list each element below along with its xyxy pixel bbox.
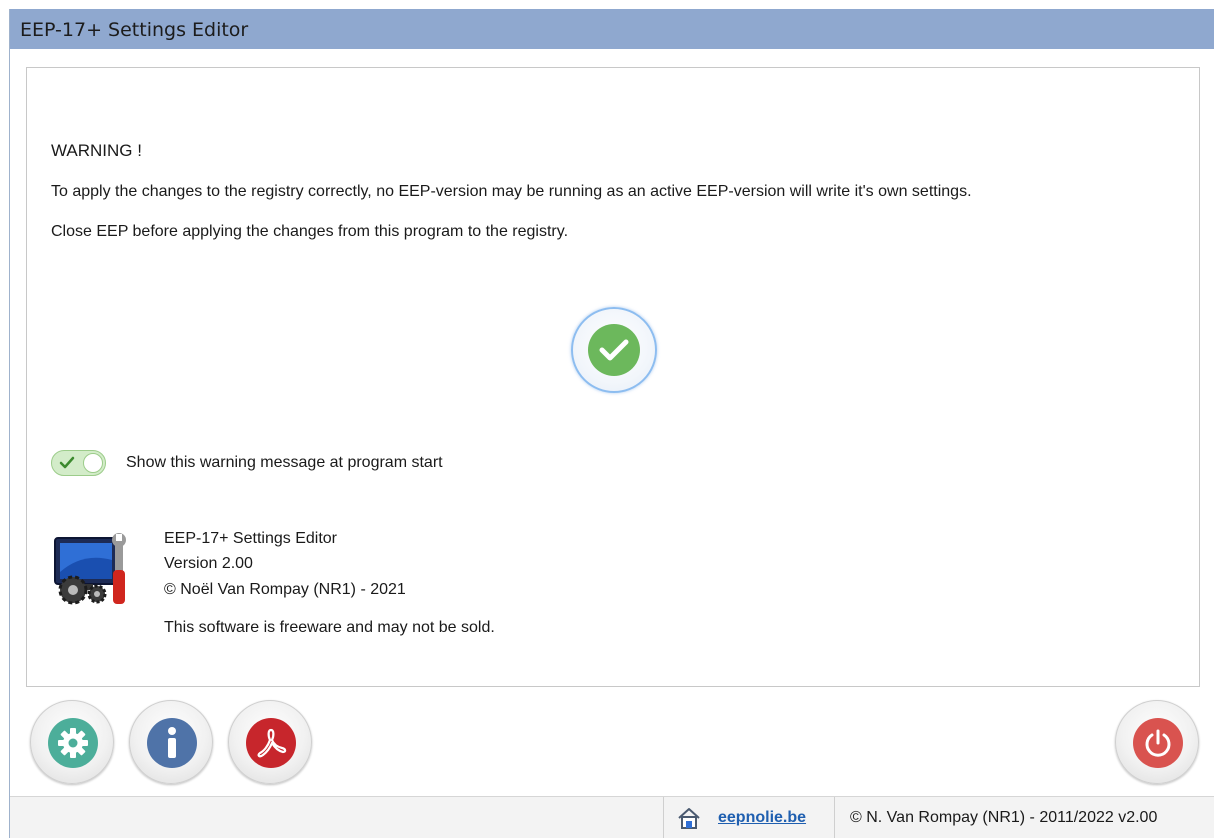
- pdf-button[interactable]: [228, 700, 312, 784]
- warning-title: WARNING !: [51, 141, 142, 160]
- settings-button[interactable]: [30, 700, 114, 784]
- info-button[interactable]: [129, 700, 213, 784]
- toggle-knob: [83, 453, 103, 473]
- status-copyright: © N. Van Rompay (NR1) - 2011/2022 v2.00: [850, 809, 1158, 826]
- app-logo-icon: [53, 532, 131, 608]
- home-icon[interactable]: [676, 806, 702, 835]
- status-divider: [663, 797, 664, 838]
- content-panel: WARNING ! To apply the changes to the re…: [26, 67, 1200, 687]
- warning-text-1: To apply the changes to the registry cor…: [51, 183, 972, 200]
- about-copyright: © Noël Van Rompay (NR1) - 2021: [164, 581, 406, 598]
- toggle-check-icon: [59, 456, 75, 469]
- about-app-name: EEP-17+ Settings Editor: [164, 530, 337, 547]
- confirm-button[interactable]: [571, 307, 657, 393]
- pdf-icon: [246, 718, 296, 768]
- show-warning-toggle[interactable]: [51, 450, 106, 476]
- gear-icon: [48, 718, 98, 768]
- about-license: This software is freeware and may not be…: [164, 619, 495, 636]
- power-button[interactable]: [1115, 700, 1199, 784]
- status-divider: [834, 797, 835, 838]
- about-version: Version 2.00: [164, 555, 253, 572]
- website-link[interactable]: eepnolie.be: [718, 809, 806, 827]
- warning-text-2: Close EEP before applying the changes fr…: [51, 223, 569, 240]
- checkmark-icon: [588, 324, 640, 376]
- status-bar: eepnolie.be © N. Van Rompay (NR1) - 2011…: [10, 796, 1214, 838]
- show-warning-label: Show this warning message at program sta…: [126, 454, 443, 471]
- power-icon: [1133, 718, 1183, 768]
- window-title: EEP-17+ Settings Editor: [20, 19, 249, 41]
- main-window: EEP-17+ Settings Editor WARNING ! To app…: [9, 9, 1214, 838]
- info-icon: [147, 718, 197, 768]
- title-bar: EEP-17+ Settings Editor: [10, 9, 1214, 49]
